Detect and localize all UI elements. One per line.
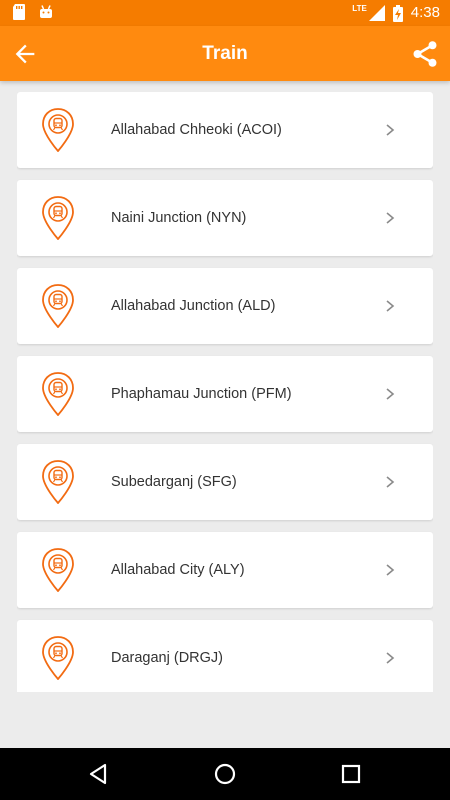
train-station-pin-icon (42, 196, 74, 240)
android-icon (40, 5, 52, 18)
station-item[interactable]: Allahabad Chheoki (ACOI) (17, 92, 433, 168)
network-type-label: LTE (352, 3, 367, 13)
page-title: Train (202, 43, 248, 64)
station-item[interactable]: Allahabad City (ALY) (17, 532, 433, 608)
home-circle-icon[interactable] (212, 761, 238, 787)
station-label: Phaphamau Junction (PFM) (111, 386, 292, 402)
chevron-right-icon (386, 124, 395, 136)
station-label: Naini Junction (NYN) (111, 210, 247, 226)
recents-square-icon[interactable] (338, 761, 364, 787)
sd-card-icon (13, 4, 25, 20)
station-label: Allahabad Junction (ALD) (111, 298, 276, 314)
chevron-right-icon (386, 212, 395, 224)
chevron-right-icon (386, 388, 395, 400)
train-station-pin-icon (42, 284, 74, 328)
train-station-pin-icon (42, 460, 74, 504)
station-label: Allahabad Chheoki (ACOI) (111, 122, 282, 138)
chevron-right-icon (386, 476, 395, 488)
station-label: Daraganj (DRGJ) (111, 650, 223, 666)
station-item[interactable]: Daraganj (DRGJ) (17, 620, 433, 692)
chevron-right-icon (386, 564, 395, 576)
signal-icon (368, 5, 385, 21)
station-item[interactable]: Phaphamau Junction (PFM) (17, 356, 433, 432)
chevron-right-icon (386, 300, 395, 312)
station-label: Allahabad City (ALY) (111, 562, 245, 578)
station-list: Allahabad Chheoki (ACOI) Naini Junction … (17, 92, 433, 692)
train-station-pin-icon (42, 636, 74, 680)
train-station-pin-icon (42, 548, 74, 592)
chevron-right-icon (386, 652, 395, 664)
station-label: Subedarganj (SFG) (111, 474, 237, 490)
status-bar: LTE 4:38 (0, 0, 450, 26)
status-right-icons: LTE 4:38 (352, 3, 440, 23)
station-item[interactable]: Allahabad Junction (ALD) (17, 268, 433, 344)
train-station-pin-icon (42, 108, 74, 152)
status-left-icons (12, 4, 54, 20)
train-station-pin-icon (42, 372, 74, 416)
share-icon[interactable] (410, 39, 440, 69)
battery-charging-icon (392, 4, 403, 22)
status-time: 4:38 (410, 4, 440, 21)
station-item[interactable]: Naini Junction (NYN) (17, 180, 433, 256)
navigation-bar (0, 748, 450, 800)
app-bar: Train (0, 26, 450, 81)
back-triangle-icon[interactable] (86, 761, 112, 787)
station-item[interactable]: Subedarganj (SFG) (17, 444, 433, 520)
